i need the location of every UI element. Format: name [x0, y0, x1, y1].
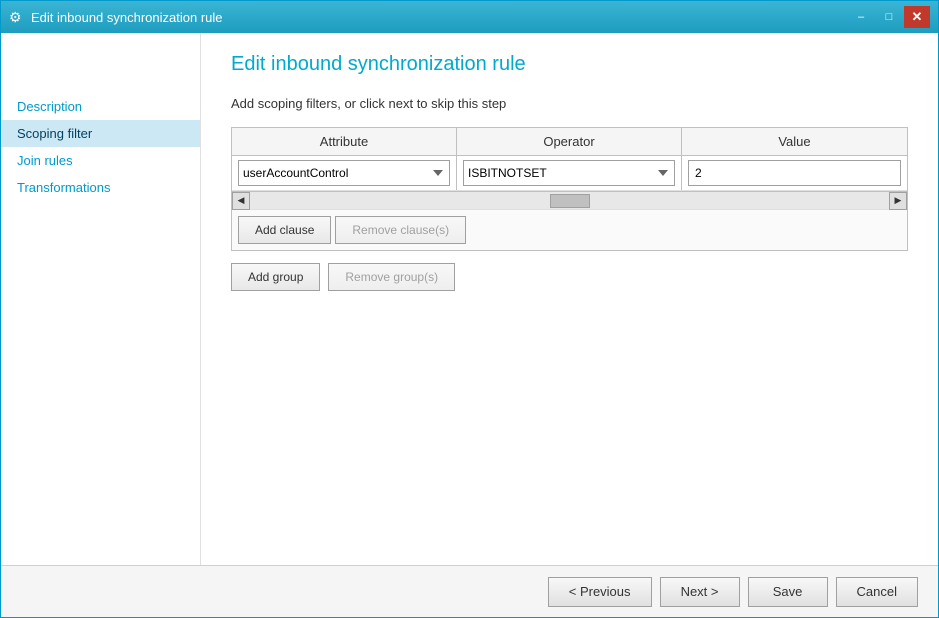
attribute-select[interactable]: userAccountControl [238, 160, 450, 186]
sidebar-item-scoping-filter[interactable]: Scoping filter [1, 120, 200, 147]
add-group-button[interactable]: Add group [231, 263, 320, 291]
title-bar-left: ⚙ Edit inbound synchronization rule [9, 9, 223, 25]
window-icon: ⚙ [9, 9, 25, 25]
filter-table-container: Attribute Operator Value userAccountCont… [231, 127, 908, 251]
horizontal-scrollbar[interactable]: ◀ ▶ [232, 191, 907, 209]
operator-cell: ISBITNOTSET [457, 156, 682, 190]
footer: < Previous Next > Save Cancel [1, 565, 938, 617]
cancel-button[interactable]: Cancel [836, 577, 918, 607]
next-button[interactable]: Next > [660, 577, 740, 607]
sidebar-item-description[interactable]: Description [1, 93, 200, 120]
minimize-button[interactable]: – [848, 6, 874, 28]
add-clause-button[interactable]: Add clause [238, 216, 331, 244]
value-input[interactable] [688, 160, 901, 186]
save-button[interactable]: Save [748, 577, 828, 607]
sidebar: Description Scoping filter Join rules Tr… [1, 33, 201, 565]
content-area: Description Scoping filter Join rules Tr… [1, 33, 938, 565]
previous-button[interactable]: < Previous [548, 577, 652, 607]
close-button[interactable]: ✕ [904, 6, 930, 28]
header-operator: Operator [457, 128, 682, 155]
main-window: ⚙ Edit inbound synchronization rule – □ … [0, 0, 939, 618]
page-title: Edit inbound synchronization rule [231, 53, 908, 76]
header-attribute: Attribute [232, 128, 457, 155]
title-bar-controls: – □ ✕ [848, 6, 930, 28]
sidebar-item-join-rules[interactable]: Join rules [1, 147, 200, 174]
clause-buttons-area: Add clause Remove clause(s) [232, 209, 907, 250]
value-cell [682, 156, 907, 190]
title-bar: ⚙ Edit inbound synchronization rule – □ … [1, 1, 938, 33]
attribute-cell: userAccountControl [232, 156, 457, 190]
remove-group-button[interactable]: Remove group(s) [328, 263, 455, 291]
instruction-text: Add scoping filters, or click next to sk… [231, 96, 908, 111]
group-buttons-area: Add group Remove group(s) [231, 263, 908, 291]
filter-table-header: Attribute Operator Value [232, 128, 907, 156]
table-row: userAccountControl ISBITNOTSET [232, 156, 907, 191]
operator-select[interactable]: ISBITNOTSET [463, 160, 675, 186]
window-title: Edit inbound synchronization rule [31, 10, 223, 25]
main-panel: Edit inbound synchronization rule Add sc… [201, 33, 938, 565]
scroll-track[interactable] [250, 192, 889, 209]
sidebar-item-transformations[interactable]: Transformations [1, 174, 200, 201]
header-value: Value [682, 128, 907, 155]
scroll-left-button[interactable]: ◀ [232, 192, 250, 210]
maximize-button[interactable]: □ [876, 6, 902, 28]
scroll-thumb[interactable] [550, 194, 590, 208]
scroll-right-button[interactable]: ▶ [889, 192, 907, 210]
remove-clause-button[interactable]: Remove clause(s) [335, 216, 466, 244]
